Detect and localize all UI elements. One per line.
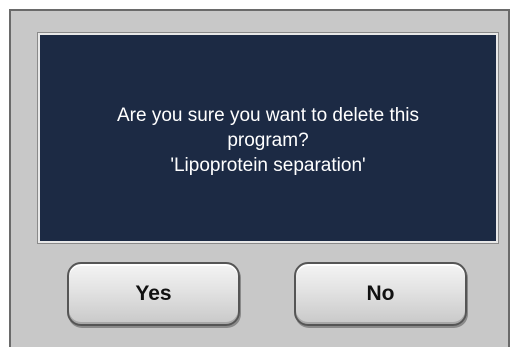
program-name: 'Lipoprotein separation' xyxy=(170,154,366,176)
yes-button[interactable]: Yes xyxy=(67,262,240,326)
message-panel: Are you sure you want to delete this pro… xyxy=(37,32,499,244)
confirm-dialog: Are you sure you want to delete this pro… xyxy=(9,9,510,347)
confirmation-message: Are you sure you want to delete this pro… xyxy=(117,103,419,178)
no-button[interactable]: No xyxy=(294,262,467,326)
message-line-2: program? xyxy=(227,129,309,151)
message-line-1: Are you sure you want to delete this xyxy=(116,104,420,126)
